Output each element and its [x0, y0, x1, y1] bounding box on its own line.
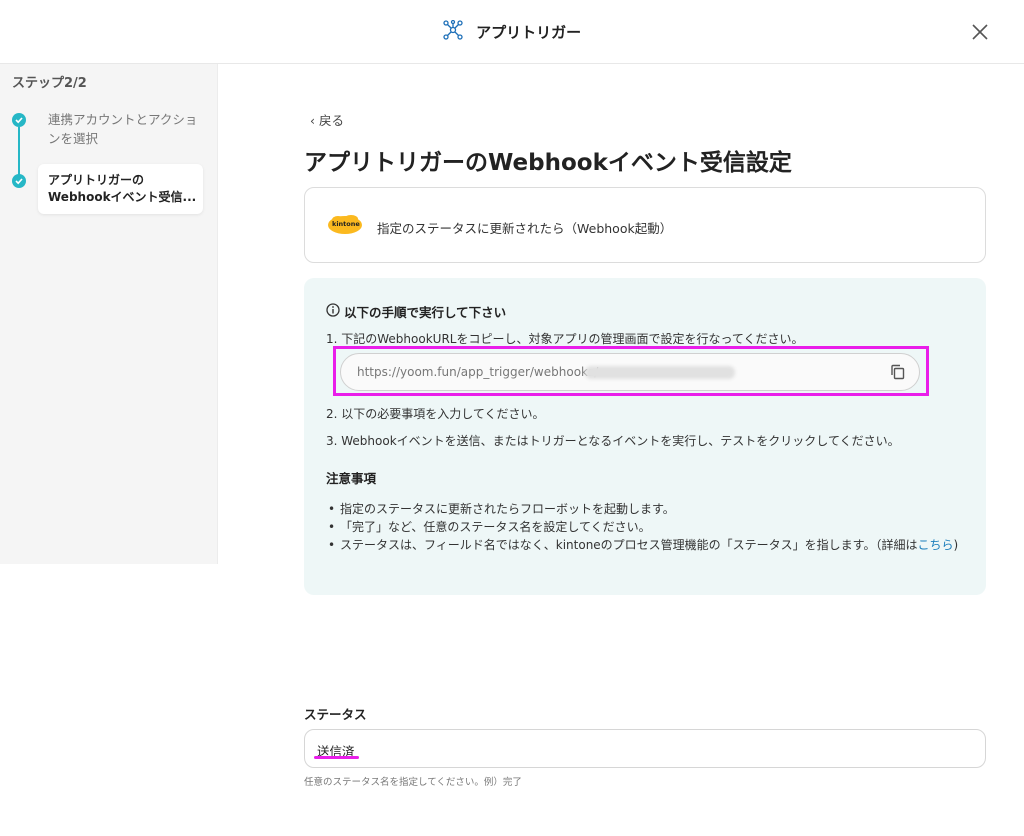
instruction-step-1: 1. 下記のWebhookURLをコピーし、対象アプリの管理画面で設定を行なって… — [326, 332, 804, 346]
notes-list: 指定のステータスに更新されたらフローボットを起動します。 「完了」など、任意のス… — [326, 500, 966, 554]
kintone-logo-text: kintone — [332, 220, 360, 228]
check-icon — [12, 113, 26, 127]
chevron-left-icon: ‹ — [310, 113, 319, 128]
close-icon[interactable] — [966, 18, 994, 46]
instructions-title: 以下の手順で実行して下さい — [326, 302, 506, 321]
status-label: ステータス — [304, 707, 367, 722]
note-item: ステータスは、フィールド名ではなく、kintoneのプロセス管理機能の「ステータ… — [326, 536, 966, 554]
page-title: アプリトリガーのWebhookイベント受信設定 — [304, 150, 792, 176]
instructions-title-text: 以下の手順で実行して下さい — [344, 305, 507, 320]
current-step-card: アプリトリガーの Webhookイベント受信... — [38, 164, 203, 214]
note-text-end: ) — [953, 538, 959, 552]
notes-title: 注意事項 — [326, 471, 377, 486]
copy-icon[interactable] — [889, 363, 907, 385]
modal-header: アプリトリガー — [0, 0, 1024, 64]
header-title-text: アプリトリガー — [476, 23, 582, 42]
kintone-logo: kintone — [327, 214, 363, 240]
step-label: 連携アカウントとアクションを選択 — [48, 112, 198, 146]
back-link[interactable]: ‹ 戻る — [310, 110, 344, 129]
status-help-text: 任意のステータス名を指定してください。例）完了 — [304, 777, 522, 788]
step-count: ステップ2/2 — [12, 76, 87, 91]
steps-sidebar: ステップ2/2 連携アカウントとアクションを選択 アプリトリガーの Webhoo… — [0, 64, 218, 564]
trigger-card: kintone 指定のステータスに更新されたら（Webhook起動） — [304, 187, 986, 263]
info-icon — [326, 303, 340, 320]
instruction-step-3: 3. Webhookイベントを送信、またはトリガーとなるイベントを実行し、テスト… — [326, 434, 900, 448]
check-icon — [12, 174, 26, 188]
status-underline — [314, 756, 359, 759]
note-item: 指定のステータスに更新されたらフローボットを起動します。 — [326, 500, 966, 518]
network-icon — [443, 19, 463, 44]
webhook-url-field[interactable]: https://yoom.fun/app_trigger/webhooks/ — [340, 353, 920, 391]
note-item: 「完了」など、任意のステータス名を設定してください。 — [326, 518, 966, 536]
webhook-url-text: https://yoom.fun/app_trigger/webhooks/ — [357, 365, 599, 379]
header-title: アプリトリガー — [0, 19, 1024, 44]
note-text: ステータスは、フィールド名ではなく、kintoneのプロセス管理機能の「ステータ… — [340, 538, 918, 552]
instruction-step-2: 2. 以下の必要事項を入力してください。 — [326, 407, 545, 421]
back-label: 戻る — [318, 113, 344, 128]
redacted-token — [585, 366, 735, 379]
step-label: アプリトリガーの Webhookイベント受信... — [48, 173, 197, 204]
status-input[interactable]: 送信済 — [304, 729, 986, 768]
trigger-description: 指定のステータスに更新されたら（Webhook起動） — [377, 221, 673, 236]
details-link[interactable]: こちら — [918, 538, 954, 552]
instructions-box: 以下の手順で実行して下さい 1. 下記のWebhookURLをコピーし、対象アプ… — [304, 278, 986, 595]
